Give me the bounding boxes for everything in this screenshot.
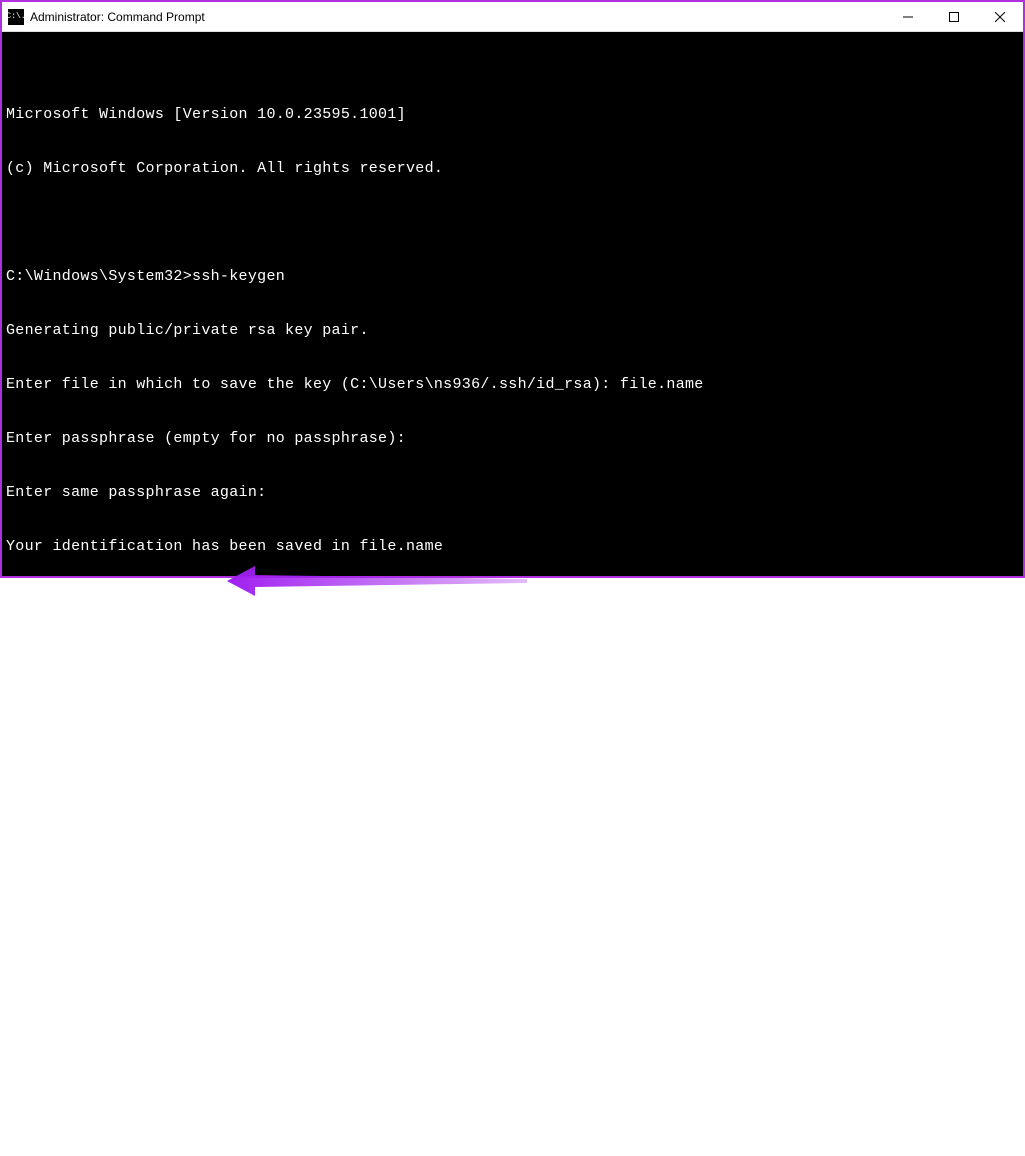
close-button[interactable] xyxy=(977,2,1023,31)
window-controls xyxy=(885,2,1023,31)
maximize-button[interactable] xyxy=(931,2,977,31)
terminal-line: (c) Microsoft Corporation. All rights re… xyxy=(6,160,1019,178)
terminal-line: +---[RSA 3072]----+ xyxy=(6,808,1019,826)
window-title: Administrator: Command Prompt xyxy=(30,10,885,24)
terminal-line: SHA256:JotS649XwSQtzKoEf9VPzetJ9TMBSdLO9… xyxy=(6,700,1019,718)
terminal-line: | . o. . So +... o| xyxy=(6,1078,1019,1096)
terminal-line: | o o X = oo ..| xyxy=(6,970,1019,988)
terminal-line: Generating public/private rsa key pair. xyxy=(6,322,1019,340)
terminal-line: Microsoft Windows [Version 10.0.23595.10… xyxy=(6,106,1019,124)
terminal-line: |. E O . +o.. | xyxy=(6,916,1019,934)
terminal-line xyxy=(6,214,1019,232)
terminal-line: Your public key has been saved in file.n… xyxy=(6,592,1019,610)
terminal[interactable]: Microsoft Windows [Version 10.0.23595.10… xyxy=(2,32,1023,576)
terminal-line: Enter passphrase (empty for no passphras… xyxy=(6,430,1019,448)
terminal-line: Enter file in which to save the key (C:\… xyxy=(6,376,1019,394)
terminal-line: | o o + o o+ o.| xyxy=(6,1024,1019,1042)
terminal-line: The key fingerprint is: xyxy=(6,646,1019,664)
titlebar: C:\. Administrator: Command Prompt xyxy=(2,2,1023,32)
cmd-icon: C:\. xyxy=(8,9,24,25)
terminal-output: Microsoft Windows [Version 10.0.23595.10… xyxy=(6,70,1019,1156)
terminal-line: C:\Windows\System32>ssh-keygen xyxy=(6,268,1019,286)
minimize-button[interactable] xyxy=(885,2,931,31)
terminal-line: Enter same passphrase again: xyxy=(6,484,1019,502)
terminal-line: Your identification has been saved in fi… xyxy=(6,538,1019,556)
terminal-line: The key's randomart image is: xyxy=(6,754,1019,772)
terminal-line: | o o . +ooo | xyxy=(6,862,1019,880)
terminal-line: | .. o +. . + . | xyxy=(6,1132,1019,1150)
